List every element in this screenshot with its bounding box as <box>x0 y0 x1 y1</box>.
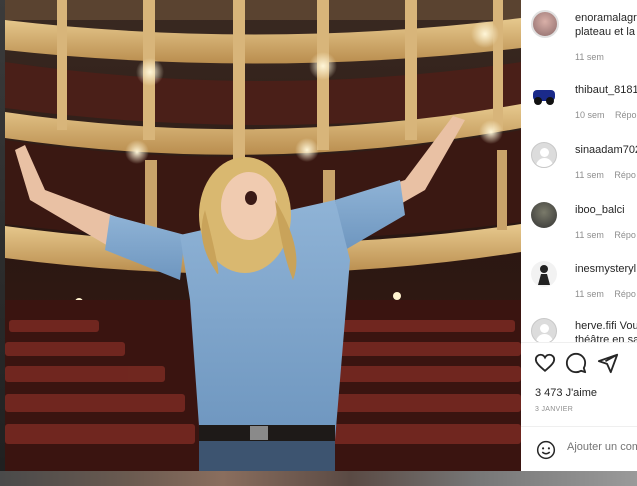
comments-list[interactable]: enoramalagre plateau et la 11 sem thibau… <box>521 0 637 342</box>
reply-link[interactable]: Répo <box>614 289 636 299</box>
comment-username[interactable]: iboo_balci <box>575 204 625 216</box>
comment-composer <box>521 432 637 466</box>
comment-meta: 11 sem Répo <box>575 289 637 299</box>
post-actions <box>521 350 637 378</box>
comment-item: herve.fifi Vou théâtre en sa <box>521 318 637 342</box>
post-date: 3 JANVIER <box>535 406 574 413</box>
comment-icon[interactable] <box>565 352 587 374</box>
silhouette-avatar-icon <box>538 265 550 285</box>
comment-text: théâtre en sa <box>575 334 637 342</box>
post-modal: enoramalagre plateau et la 11 sem thibau… <box>5 0 637 471</box>
comment-meta: 11 sem Répo <box>575 230 637 240</box>
avatar[interactable] <box>531 142 557 168</box>
comment-text: plateau et la <box>575 26 635 38</box>
add-comment-input[interactable] <box>567 439 637 455</box>
comment-username[interactable]: herve.fifi Vou <box>575 320 637 332</box>
comment-item: sinaadam702 11 sem Répo <box>521 142 637 192</box>
comment-time: 10 sem <box>575 110 605 120</box>
comment-meta: 10 sem Répo <box>575 110 637 120</box>
divider <box>521 342 637 343</box>
reply-link[interactable]: Répo <box>614 170 636 180</box>
comment-time: 11 sem <box>575 52 604 62</box>
comment-username[interactable]: sinaadam702 <box>575 144 637 156</box>
comment-time: 11 sem <box>575 230 604 240</box>
avatar[interactable] <box>531 202 557 228</box>
comment-time: 11 sem <box>575 289 604 299</box>
avatar[interactable] <box>531 10 559 38</box>
post-side-panel: enoramalagre plateau et la 11 sem thibau… <box>521 0 637 471</box>
avatar[interactable] <box>531 261 557 287</box>
avatar[interactable] <box>531 82 557 108</box>
heart-icon[interactable] <box>534 352 556 374</box>
comment-item: iboo_balci 11 sem Répo <box>521 202 637 252</box>
comment-username[interactable]: inesmysteryl <box>575 263 636 275</box>
divider <box>521 426 637 427</box>
comment-author: enoramalagre plateau et la 11 sem <box>521 8 637 62</box>
likes-count[interactable]: 3 473 J'aime <box>535 387 597 399</box>
paper-plane-icon[interactable] <box>597 352 619 374</box>
reply-link[interactable]: Répo <box>615 110 637 120</box>
comment-meta: 11 sem Répo <box>575 170 637 180</box>
comment-username[interactable]: enoramalagre <box>575 12 637 24</box>
reply-link[interactable]: Répo <box>614 230 636 240</box>
background-strip <box>0 471 637 486</box>
comment-item: inesmysteryl 11 sem Répo <box>521 261 637 311</box>
avatar[interactable] <box>531 318 557 342</box>
comment-meta: 11 sem <box>575 52 612 62</box>
motorcycle-avatar-icon <box>533 90 555 105</box>
theater-photo-illustration <box>5 0 521 471</box>
comment-time: 11 sem <box>575 170 604 180</box>
smiley-icon[interactable] <box>536 440 556 460</box>
comment-username[interactable]: thibaut_8181 <box>575 84 637 96</box>
post-photo[interactable] <box>5 0 521 471</box>
comment-item: thibaut_8181 10 sem Répo <box>521 82 637 132</box>
